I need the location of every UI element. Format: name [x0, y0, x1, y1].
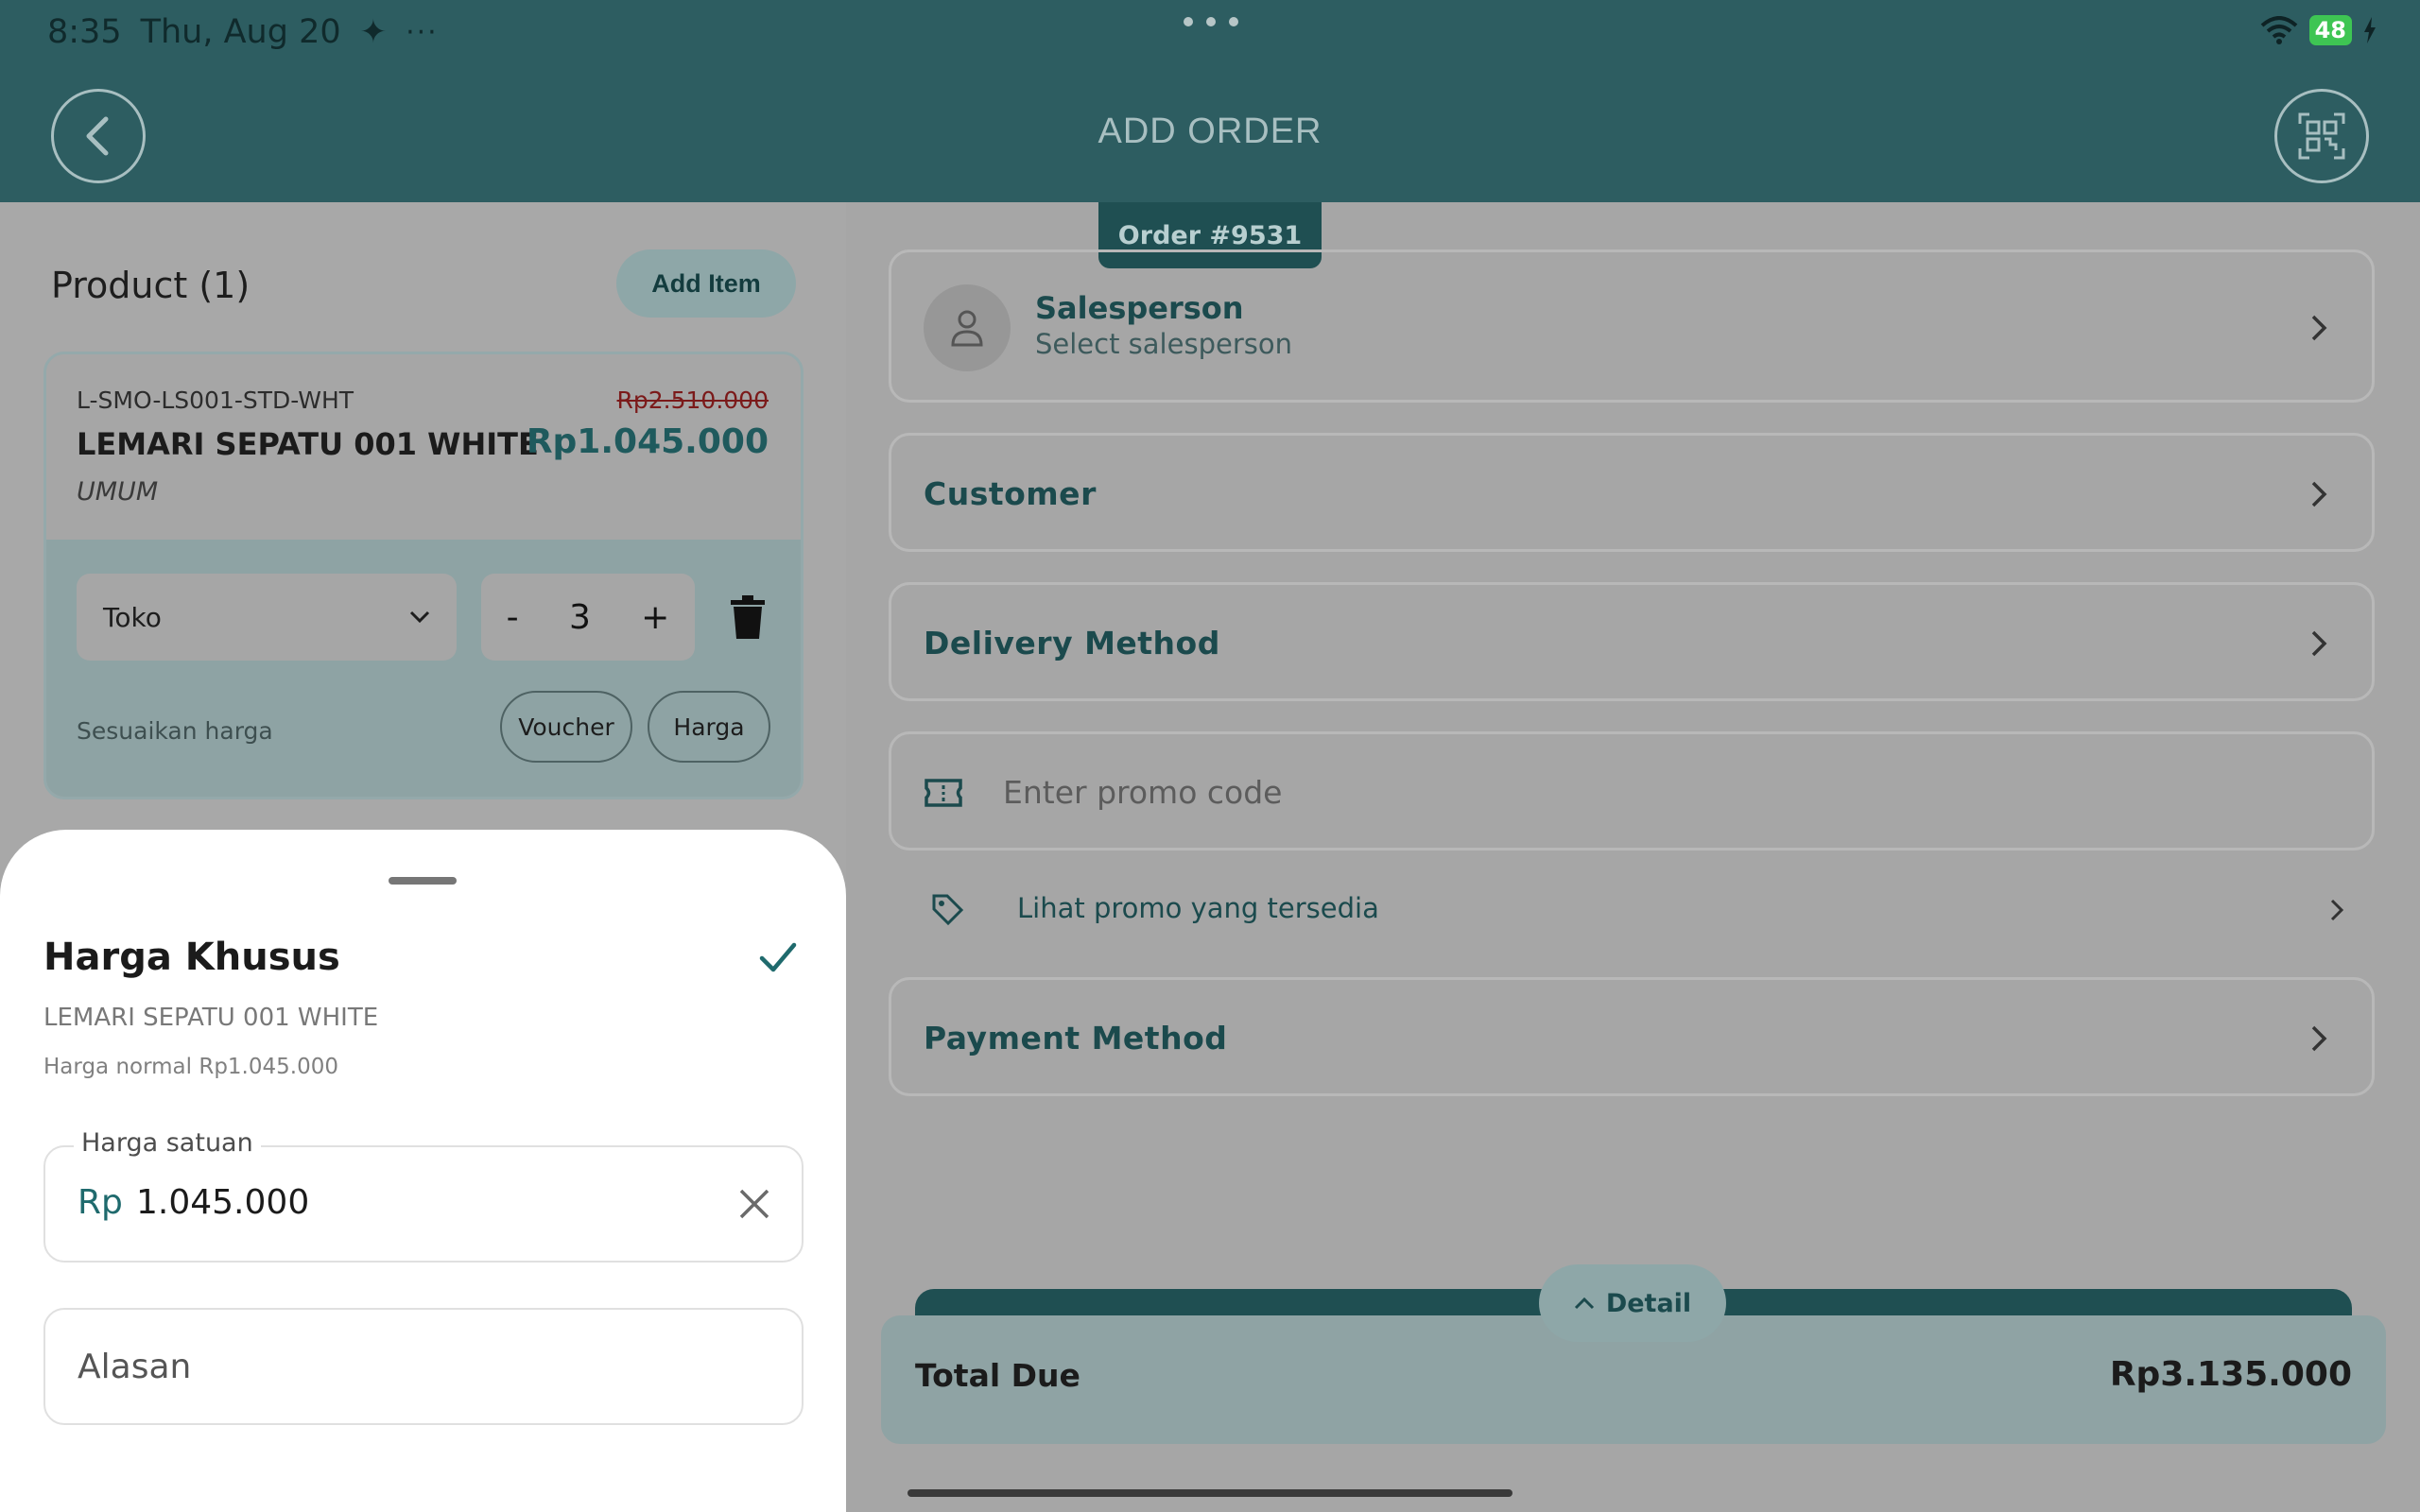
app-bar: 8:35 Thu, Aug 20 ✦ ··· 48 ADD ORDER: [0, 0, 2420, 202]
product-original-price: Rp2.510.000: [616, 387, 769, 414]
chevron-up-icon: [1574, 1297, 1594, 1310]
page-title: ADD ORDER: [1098, 112, 1322, 151]
more-icon: ···: [406, 15, 439, 49]
delivery-method-row[interactable]: Delivery Method: [889, 582, 2375, 701]
chevron-right-icon: [2311, 315, 2327, 341]
status-time: 8:35: [47, 13, 122, 51]
chevron-down-icon: [409, 610, 430, 624]
payment-method-label: Payment Method: [924, 1020, 1228, 1057]
multitask-dots-icon[interactable]: [1184, 17, 1238, 26]
sparkle-icon: ✦: [359, 13, 388, 51]
promo-code-placeholder: Enter promo code: [1003, 774, 1283, 811]
customer-label: Customer: [924, 475, 1097, 512]
salesperson-title: Salesperson: [1035, 290, 1244, 326]
voucher-button[interactable]: Voucher: [500, 691, 632, 763]
quantity-value: 3: [568, 597, 591, 637]
product-name: LEMARI SEPATU 001 WHITE: [77, 426, 539, 462]
detail-label: Detail: [1605, 1288, 1692, 1318]
status-bar: 8:35 Thu, Aug 20 ✦ ···: [47, 13, 439, 51]
add-item-button[interactable]: Add Item: [616, 249, 796, 318]
currency-prefix: Rp: [78, 1183, 123, 1222]
ticket-icon: [925, 779, 962, 807]
store-dropdown-value: Toko: [103, 601, 162, 633]
wifi-icon: [2260, 16, 2297, 44]
avatar: [924, 284, 1011, 371]
check-icon[interactable]: [756, 936, 800, 979]
total-due-label: Total Due: [915, 1357, 1080, 1394]
status-date: Thu, Aug 20: [140, 13, 341, 51]
product-price: Rp1.045.000: [526, 422, 769, 461]
delivery-method-label: Delivery Method: [924, 625, 1220, 662]
chevron-right-icon: [2311, 630, 2327, 657]
sheet-normal-price: Harga normal Rp1.045.000: [43, 1055, 338, 1079]
tag-icon: [932, 894, 964, 926]
sheet-drag-handle[interactable]: [389, 877, 457, 885]
charging-icon: [2364, 17, 2376, 43]
quantity-stepper: - 3 +: [481, 574, 695, 661]
available-promos-label: Lihat promo yang tersedia: [1017, 892, 1379, 924]
product-category: UMUM: [77, 477, 159, 507]
product-card-controls: Toko - 3 + Sesuaikan harga Voucher Harga: [46, 540, 801, 797]
price-button[interactable]: Harga: [648, 691, 770, 763]
payment-method-row[interactable]: Payment Method: [889, 977, 2375, 1096]
person-icon: [951, 310, 983, 347]
close-icon[interactable]: [737, 1187, 771, 1221]
home-indicator[interactable]: [908, 1489, 1512, 1497]
reason-input[interactable]: Alasan: [43, 1308, 804, 1425]
store-dropdown[interactable]: Toko: [77, 574, 457, 661]
sheet-title: Harga Khusus: [43, 936, 340, 979]
chevron-right-icon: [2311, 1025, 2327, 1052]
chevron-right-icon: [2330, 899, 2344, 921]
promo-code-input[interactable]: Enter promo code: [889, 731, 2375, 850]
product-sku: L-SMO-LS001-STD-WHT: [77, 387, 354, 414]
customer-row[interactable]: Customer: [889, 433, 2375, 552]
detail-toggle-button[interactable]: Detail: [1539, 1264, 1726, 1342]
unit-price-value[interactable]: 1.045.000: [136, 1183, 309, 1222]
qr-scan-icon: [2298, 112, 2345, 160]
trash-icon[interactable]: [729, 594, 767, 640]
product-card[interactable]: L-SMO-LS001-STD-WHT Rp2.510.000 LEMARI S…: [43, 352, 804, 799]
quantity-increment-button[interactable]: +: [641, 598, 669, 637]
sheet-product-name: LEMARI SEPATU 001 WHITE: [43, 1004, 379, 1032]
product-card-header: L-SMO-LS001-STD-WHT Rp2.510.000 LEMARI S…: [46, 354, 801, 540]
unit-price-field[interactable]: Harga satuan Rp 1.045.000: [43, 1128, 804, 1263]
salesperson-placeholder: Select salesperson: [1035, 328, 1292, 360]
quantity-decrement-button[interactable]: -: [507, 598, 519, 637]
salesperson-row[interactable]: Salesperson Select salesperson: [889, 249, 2375, 403]
custom-price-sheet: Harga Khusus LEMARI SEPATU 001 WHITE Har…: [0, 830, 846, 1512]
system-indicators: 48: [2260, 15, 2377, 45]
unit-price-label: Harga satuan: [74, 1128, 261, 1158]
qr-scan-button[interactable]: [2274, 89, 2369, 183]
chevron-right-icon: [2311, 481, 2327, 507]
adjust-price-label: Sesuaikan harga: [77, 717, 273, 745]
battery-indicator: 48: [2308, 15, 2352, 45]
product-count-title: Product (1): [51, 265, 251, 306]
total-due-value: Rp3.135.000: [2109, 1355, 2352, 1394]
